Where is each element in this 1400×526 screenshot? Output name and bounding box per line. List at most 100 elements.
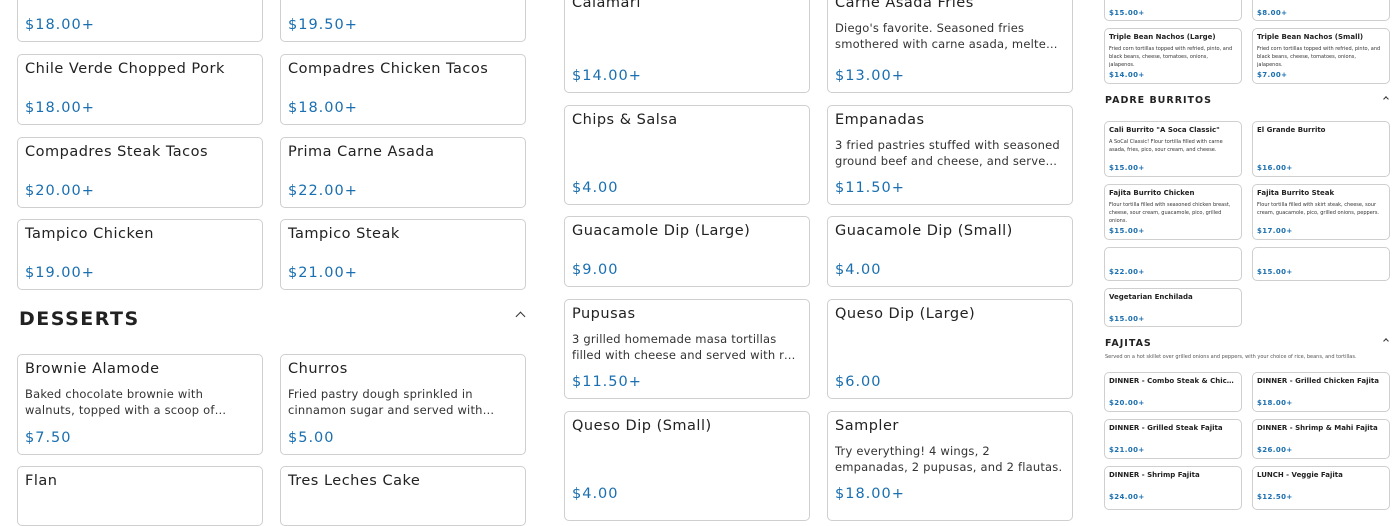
menu-item-card[interactable]: Fajita Burrito Chicken Flour tortilla fi… <box>1104 184 1242 240</box>
menu-item-card[interactable]: Queso Dip (Small) $4.00 <box>564 411 810 521</box>
item-price: $13.00+ <box>835 68 905 84</box>
item-name: Fajita Burrito Steak <box>1257 189 1335 197</box>
item-price: $26.00+ <box>1257 446 1293 454</box>
chevron-up-icon[interactable] <box>1383 96 1389 102</box>
menu-item-card[interactable]: Triple Bean Nachos (Large) Fried corn to… <box>1104 28 1242 84</box>
item-price: $8.00+ <box>1257 9 1288 17</box>
item-price: $9.00 <box>572 262 619 278</box>
item-price: $14.00+ <box>1109 71 1145 79</box>
menu-item-card[interactable]: Guacamole Dip (Large) $9.00 <box>564 216 810 287</box>
item-name: Calamari <box>572 0 641 11</box>
item-name: Churros <box>288 361 348 377</box>
chevron-up-icon[interactable] <box>515 311 526 322</box>
menu-item-card[interactable]: $15.00+ <box>1252 247 1390 281</box>
item-name: Brownie Alamode <box>25 361 160 377</box>
menu-item-card[interactable]: $19.50+ <box>280 0 526 42</box>
section-heading-burritos: PADRE BURRITOS <box>1105 95 1212 106</box>
item-name: DINNER - Shrimp & Mahi Fajita <box>1257 424 1378 432</box>
item-name: DINNER - Combo Steak & Chicken Fajita <box>1109 377 1237 385</box>
menu-item-card[interactable]: Brownie Alamode Baked chocolate brownie … <box>17 354 263 455</box>
menu-item-card[interactable]: DINNER - Grilled Steak Fajita $21.00+ <box>1104 419 1242 459</box>
menu-item-card[interactable]: Compadres Steak Tacos $20.00+ <box>17 137 263 208</box>
item-price: $15.00+ <box>1109 9 1145 17</box>
item-price: $11.50+ <box>835 180 905 196</box>
item-price: $19.50+ <box>288 17 358 33</box>
menu-item-card[interactable]: LUNCH - Veggie Fajita $12.50+ <box>1252 466 1390 510</box>
menu-item-card[interactable]: Empanadas 3 fried pastries stuffed with … <box>827 105 1073 205</box>
item-description: Flour tortilla filled with seasoned chic… <box>1109 202 1231 224</box>
item-name: Chips & Salsa <box>572 112 678 128</box>
menu-item-card[interactable]: Compadres Chicken Tacos $18.00+ <box>280 54 526 125</box>
item-price: $18.00+ <box>25 100 95 116</box>
menu-item-card[interactable]: Chips & Salsa $4.00 <box>564 105 810 205</box>
menu-item-card[interactable]: Cali Burrito "A Soca Classic" A SoCal Cl… <box>1104 121 1242 177</box>
item-name: Compadres Chicken Tacos <box>288 61 489 77</box>
item-price: $18.00+ <box>1257 399 1293 407</box>
menu-item-card[interactable]: Carne Asada Fries Diego's favorite. Seas… <box>827 0 1073 93</box>
menu-item-card[interactable]: Sampler Try everything! 4 wings, 2 empan… <box>827 411 1073 521</box>
item-price: $18.00+ <box>25 17 95 33</box>
item-price: $4.00 <box>835 262 882 278</box>
item-name: Pupusas <box>572 306 636 322</box>
item-price: $16.00+ <box>1257 164 1293 172</box>
item-description: Try everything! 4 wings, 2 empanadas, 2 … <box>835 444 1063 474</box>
item-price: $14.00+ <box>572 68 642 84</box>
item-name: Triple Bean Nachos (Small) <box>1257 33 1364 41</box>
menu-item-card[interactable]: Queso Dip (Large) $6.00 <box>827 299 1073 399</box>
menu-item-card[interactable]: DINNER - Shrimp & Mahi Fajita $26.00+ <box>1252 419 1390 459</box>
item-name: Flan <box>25 473 58 489</box>
item-description: A SoCal Classic! Flour tortilla filled w… <box>1109 139 1223 153</box>
item-name: Compadres Steak Tacos <box>25 144 209 160</box>
item-price: $15.00+ <box>1257 268 1293 276</box>
menu-item-card[interactable]: Tampico Chicken $19.00+ <box>17 219 263 290</box>
item-name: Fajita Burrito Chicken <box>1109 189 1195 197</box>
menu-item-card[interactable]: Vegetarian Enchilada $15.00+ <box>1104 288 1242 327</box>
item-name: Empanadas <box>835 112 925 128</box>
item-description: 3 fried pastries stuffed with seasoned g… <box>835 138 1060 168</box>
item-price: $20.00+ <box>25 183 95 199</box>
menu-item-card[interactable]: DINNER - Shrimp Fajita $24.00+ <box>1104 466 1242 510</box>
item-name: Chile Verde Chopped Pork <box>25 61 225 77</box>
item-price: $7.50 <box>25 430 72 446</box>
item-name: Guacamole Dip (Large) <box>572 223 751 239</box>
item-description: Baked chocolate brownie with walnuts, to… <box>25 387 215 417</box>
menu-item-card[interactable]: Chile Verde Chopped Pork $18.00+ <box>17 54 263 125</box>
item-price: $20.00+ <box>1109 399 1145 407</box>
menu-item-card[interactable]: DINNER - Grilled Chicken Fajita $18.00+ <box>1252 372 1390 412</box>
item-price: $21.00+ <box>1109 446 1145 454</box>
item-name: Queso Dip (Small) <box>572 418 712 434</box>
section-subtitle: Served on a hot skillet over grilled oni… <box>1105 354 1357 360</box>
item-name: Sampler <box>835 418 899 434</box>
item-description: Fried pastry dough sprinkled in cinnamon… <box>288 387 483 417</box>
menu-item-card[interactable]: Tres Leches Cake <box>280 466 526 526</box>
menu-item-card[interactable]: Triple Bean Nachos (Small) Fried corn to… <box>1252 28 1390 84</box>
menu-item-card[interactable]: Prima Carne Asada $22.00+ <box>280 137 526 208</box>
item-price: $22.00+ <box>288 183 358 199</box>
menu-item-card[interactable]: $22.00+ <box>1104 247 1242 281</box>
menu-item-card[interactable]: Pupusas 3 grilled homemade masa tortilla… <box>564 299 810 399</box>
item-name: Tampico Chicken <box>25 226 154 242</box>
menu-item-card[interactable]: El Grande Burrito $16.00+ <box>1252 121 1390 177</box>
chevron-up-icon[interactable] <box>1383 338 1389 344</box>
item-price: $15.00+ <box>1109 164 1145 172</box>
item-price: $4.00 <box>572 180 619 196</box>
item-description: Diego's favorite. Seasoned fries smother… <box>835 21 1054 51</box>
menu-item-card[interactable]: Churros Fried pastry dough sprinkled in … <box>280 354 526 455</box>
menu-item-card[interactable]: Tampico Steak $21.00+ <box>280 219 526 290</box>
item-description: Fried corn tortillas topped with refried… <box>1109 46 1233 68</box>
item-price: $15.00+ <box>1109 315 1145 323</box>
item-name: Queso Dip (Large) <box>835 306 976 322</box>
menu-item-card[interactable]: Calamari $14.00+ <box>564 0 810 93</box>
menu-item-card[interactable]: $8.00+ <box>1252 0 1390 21</box>
menu-item-card[interactable]: $18.00+ <box>17 0 263 42</box>
item-name: DINNER - Grilled Chicken Fajita <box>1257 377 1379 385</box>
menu-item-card[interactable]: Fajita Burrito Steak Flour tortilla fill… <box>1252 184 1390 240</box>
item-name: Vegetarian Enchilada <box>1109 293 1193 301</box>
item-name: DINNER - Grilled Steak Fajita <box>1109 424 1223 432</box>
menu-item-card[interactable]: DINNER - Combo Steak & Chicken Fajita $2… <box>1104 372 1242 412</box>
menu-item-card[interactable]: Guacamole Dip (Small) $4.00 <box>827 216 1073 287</box>
item-description: 3 grilled homemade masa tortillas filled… <box>572 332 799 362</box>
item-price: $5.00 <box>288 430 335 446</box>
menu-item-card[interactable]: $15.00+ <box>1104 0 1242 21</box>
menu-item-card[interactable]: Flan <box>17 466 263 526</box>
